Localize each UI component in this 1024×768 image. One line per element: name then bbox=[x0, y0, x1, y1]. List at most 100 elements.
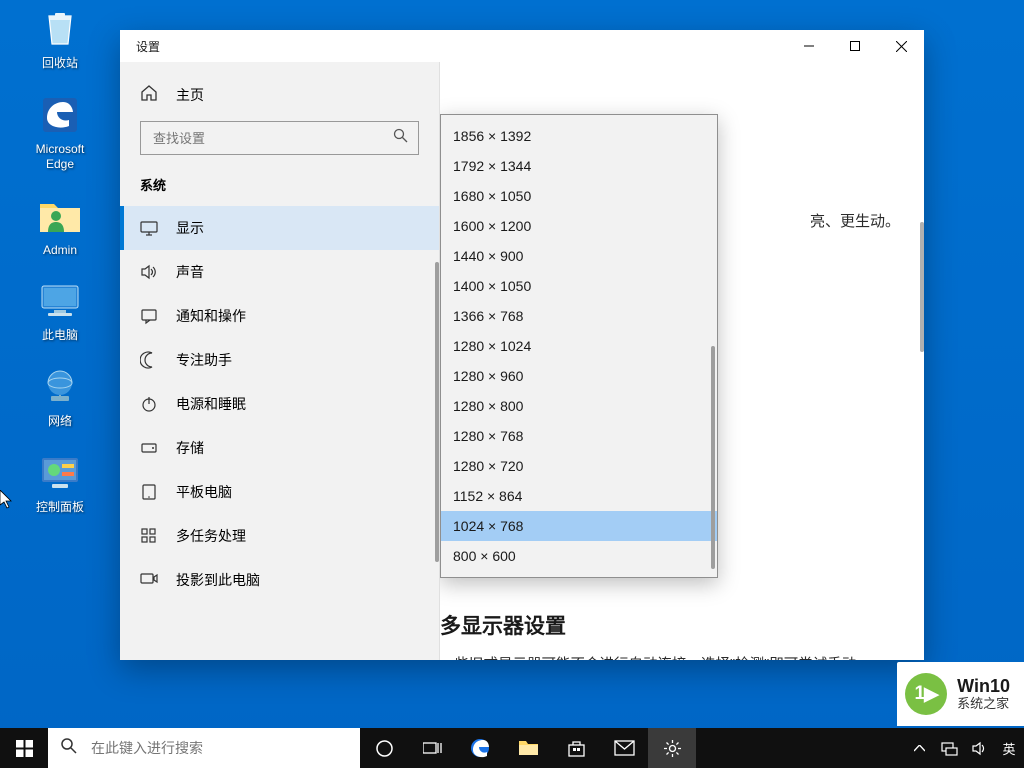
tray-volume-icon[interactable] bbox=[964, 740, 994, 757]
dropdown-option[interactable]: 1280 × 1024 bbox=[441, 331, 717, 361]
nav-multitasking[interactable]: 多任务处理 bbox=[120, 514, 439, 558]
section-body: 一些旧式显示器可能不会进行自动连接，选择"检测"即可尝试手动连接。 bbox=[440, 654, 870, 660]
system-tray: 英 bbox=[904, 728, 1024, 768]
window-title: 设置 bbox=[120, 38, 160, 55]
tablet-icon bbox=[140, 483, 158, 501]
taskbar: 英 bbox=[0, 728, 1024, 768]
close-button[interactable] bbox=[878, 30, 924, 62]
dropdown-option[interactable]: 1280 × 768 bbox=[441, 421, 717, 451]
desktop: 回收站 Microsoft Edge Admin 此电脑 网络 控制面板 bbox=[0, 0, 120, 535]
watermark: 1▶ Win10 系统之家 bbox=[897, 662, 1024, 726]
home-icon bbox=[140, 84, 158, 105]
taskbar-store[interactable] bbox=[552, 728, 600, 768]
nav-power-sleep[interactable]: 电源和睡眠 bbox=[120, 382, 439, 426]
sound-icon bbox=[140, 263, 158, 281]
sidebar: 主页 系统 显示 声音 通知和操作 专注助手 bbox=[120, 62, 440, 660]
taskbar-search-input[interactable] bbox=[89, 739, 348, 757]
sidebar-scrollbar[interactable] bbox=[435, 262, 439, 562]
dropdown-scrollbar[interactable] bbox=[711, 123, 715, 569]
dropdown-option[interactable]: 1366 × 768 bbox=[441, 301, 717, 331]
nav-notifications[interactable]: 通知和操作 bbox=[120, 294, 439, 338]
dropdown-option[interactable]: 1280 × 720 bbox=[441, 451, 717, 481]
search-box[interactable] bbox=[140, 121, 419, 155]
desktop-icon-network[interactable]: 网络 bbox=[21, 364, 99, 430]
desktop-icon-label: 回收站 bbox=[42, 56, 78, 72]
content-pane: 亮、更生动。 1856 × 1392 1792 × 1344 1680 × 10… bbox=[440, 62, 924, 660]
group-header: 系统 bbox=[120, 175, 439, 206]
dropdown-option-highlighted[interactable]: 1024 × 768 bbox=[441, 511, 717, 541]
nav-label: 专注助手 bbox=[176, 350, 232, 370]
projecting-icon bbox=[140, 571, 158, 589]
desktop-icon-label: Microsoft Edge bbox=[36, 142, 85, 173]
desktop-icon-admin[interactable]: Admin bbox=[21, 193, 99, 259]
tray-ime-icon[interactable]: 英 bbox=[994, 739, 1024, 758]
dropdown-option[interactable]: 1400 × 1050 bbox=[441, 271, 717, 301]
taskbar-cortana[interactable] bbox=[360, 728, 408, 768]
watermark-line2: 系统之家 bbox=[957, 697, 1010, 712]
taskbar-mail[interactable] bbox=[600, 728, 648, 768]
desktop-icon-this-pc[interactable]: 此电脑 bbox=[21, 278, 99, 344]
nav-storage[interactable]: 存储 bbox=[120, 426, 439, 470]
dropdown-option[interactable]: 1152 × 864 bbox=[441, 481, 717, 511]
storage-icon bbox=[140, 439, 158, 457]
content-scrollbar[interactable] bbox=[920, 222, 924, 352]
control-panel-icon bbox=[37, 450, 83, 496]
nav-projecting[interactable]: 投影到此电脑 bbox=[120, 558, 439, 602]
network-icon bbox=[37, 364, 83, 410]
dropdown-option[interactable]: 1792 × 1344 bbox=[441, 151, 717, 181]
taskbar-file-explorer[interactable] bbox=[504, 728, 552, 768]
taskbar-search[interactable] bbox=[48, 728, 360, 768]
minimize-button[interactable] bbox=[786, 30, 832, 62]
nav-sound[interactable]: 声音 bbox=[120, 250, 439, 294]
multitasking-icon bbox=[140, 527, 158, 545]
desktop-icon-label: 此电脑 bbox=[42, 328, 78, 344]
dropdown-option[interactable]: 1280 × 960 bbox=[441, 361, 717, 391]
section-heading: 多显示器设置 bbox=[440, 610, 566, 640]
taskbar-task-view[interactable] bbox=[408, 728, 456, 768]
home-button[interactable]: 主页 bbox=[120, 74, 439, 121]
nav-label: 投影到此电脑 bbox=[176, 570, 260, 590]
dropdown-option[interactable]: 1280 × 800 bbox=[441, 391, 717, 421]
watermark-line1: Win10 bbox=[957, 676, 1010, 697]
search-icon bbox=[393, 128, 408, 148]
nav-label: 平板电脑 bbox=[176, 482, 232, 502]
home-label: 主页 bbox=[176, 85, 204, 105]
resolution-dropdown[interactable]: 1856 × 1392 1792 × 1344 1680 × 1050 1600… bbox=[440, 114, 718, 578]
taskbar-edge[interactable] bbox=[456, 728, 504, 768]
start-button[interactable] bbox=[0, 728, 48, 768]
nav-label: 多任务处理 bbox=[176, 526, 246, 546]
desktop-icon-label: 网络 bbox=[48, 414, 72, 430]
watermark-logo-icon: 1▶ bbox=[905, 673, 947, 715]
notifications-icon bbox=[140, 307, 158, 325]
desktop-icon-label: Admin bbox=[43, 243, 77, 259]
tray-overflow[interactable] bbox=[904, 745, 934, 752]
maximize-button[interactable] bbox=[832, 30, 878, 62]
search-icon bbox=[60, 737, 77, 759]
dropdown-option[interactable]: 1600 × 1200 bbox=[441, 211, 717, 241]
content-text-fragment: 亮、更生动。 bbox=[810, 210, 900, 231]
dropdown-option[interactable]: 1856 × 1392 bbox=[441, 121, 717, 151]
desktop-icon-label: 控制面板 bbox=[36, 500, 84, 516]
focus-assist-icon bbox=[140, 351, 158, 369]
desktop-icon-recycle-bin[interactable]: 回收站 bbox=[21, 6, 99, 72]
nav-display[interactable]: 显示 bbox=[120, 206, 439, 250]
nav-tablet[interactable]: 平板电脑 bbox=[120, 470, 439, 514]
desktop-icon-edge[interactable]: Microsoft Edge bbox=[21, 92, 99, 173]
nav-focus-assist[interactable]: 专注助手 bbox=[120, 338, 439, 382]
search-input[interactable] bbox=[151, 130, 393, 147]
dropdown-option[interactable]: 1440 × 900 bbox=[441, 241, 717, 271]
nav-label: 显示 bbox=[176, 218, 204, 238]
dropdown-option[interactable]: 800 × 600 bbox=[441, 541, 717, 571]
display-icon bbox=[140, 219, 158, 237]
recycle-bin-icon bbox=[37, 6, 83, 52]
window-controls bbox=[786, 30, 924, 62]
taskbar-settings[interactable] bbox=[648, 728, 696, 768]
dropdown-option[interactable]: 1680 × 1050 bbox=[441, 181, 717, 211]
desktop-icon-control-panel[interactable]: 控制面板 bbox=[21, 450, 99, 516]
power-icon bbox=[140, 395, 158, 413]
tray-network-icon[interactable] bbox=[934, 740, 964, 757]
user-folder-icon bbox=[37, 193, 83, 239]
nav-label: 电源和睡眠 bbox=[176, 394, 246, 414]
edge-icon bbox=[37, 92, 83, 138]
this-pc-icon bbox=[37, 278, 83, 324]
